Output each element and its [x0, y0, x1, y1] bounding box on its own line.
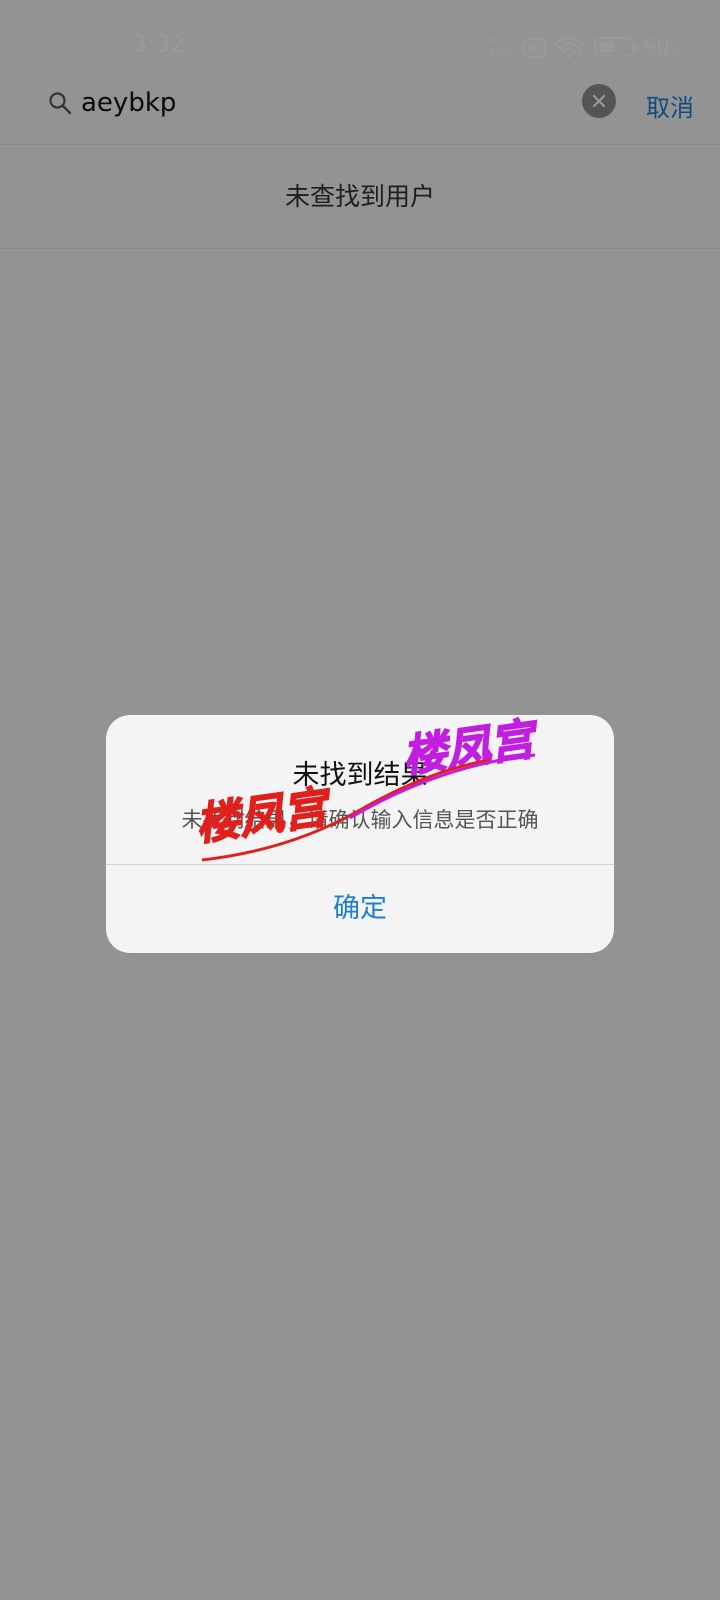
- watermark-text-purple: 楼凤宫: [399, 713, 543, 783]
- watermark-text-red: 楼凤宫: [192, 781, 336, 851]
- watermark-logo: 楼凤宫 楼凤宫: [192, 712, 544, 862]
- confirm-button[interactable]: 确定: [106, 865, 614, 953]
